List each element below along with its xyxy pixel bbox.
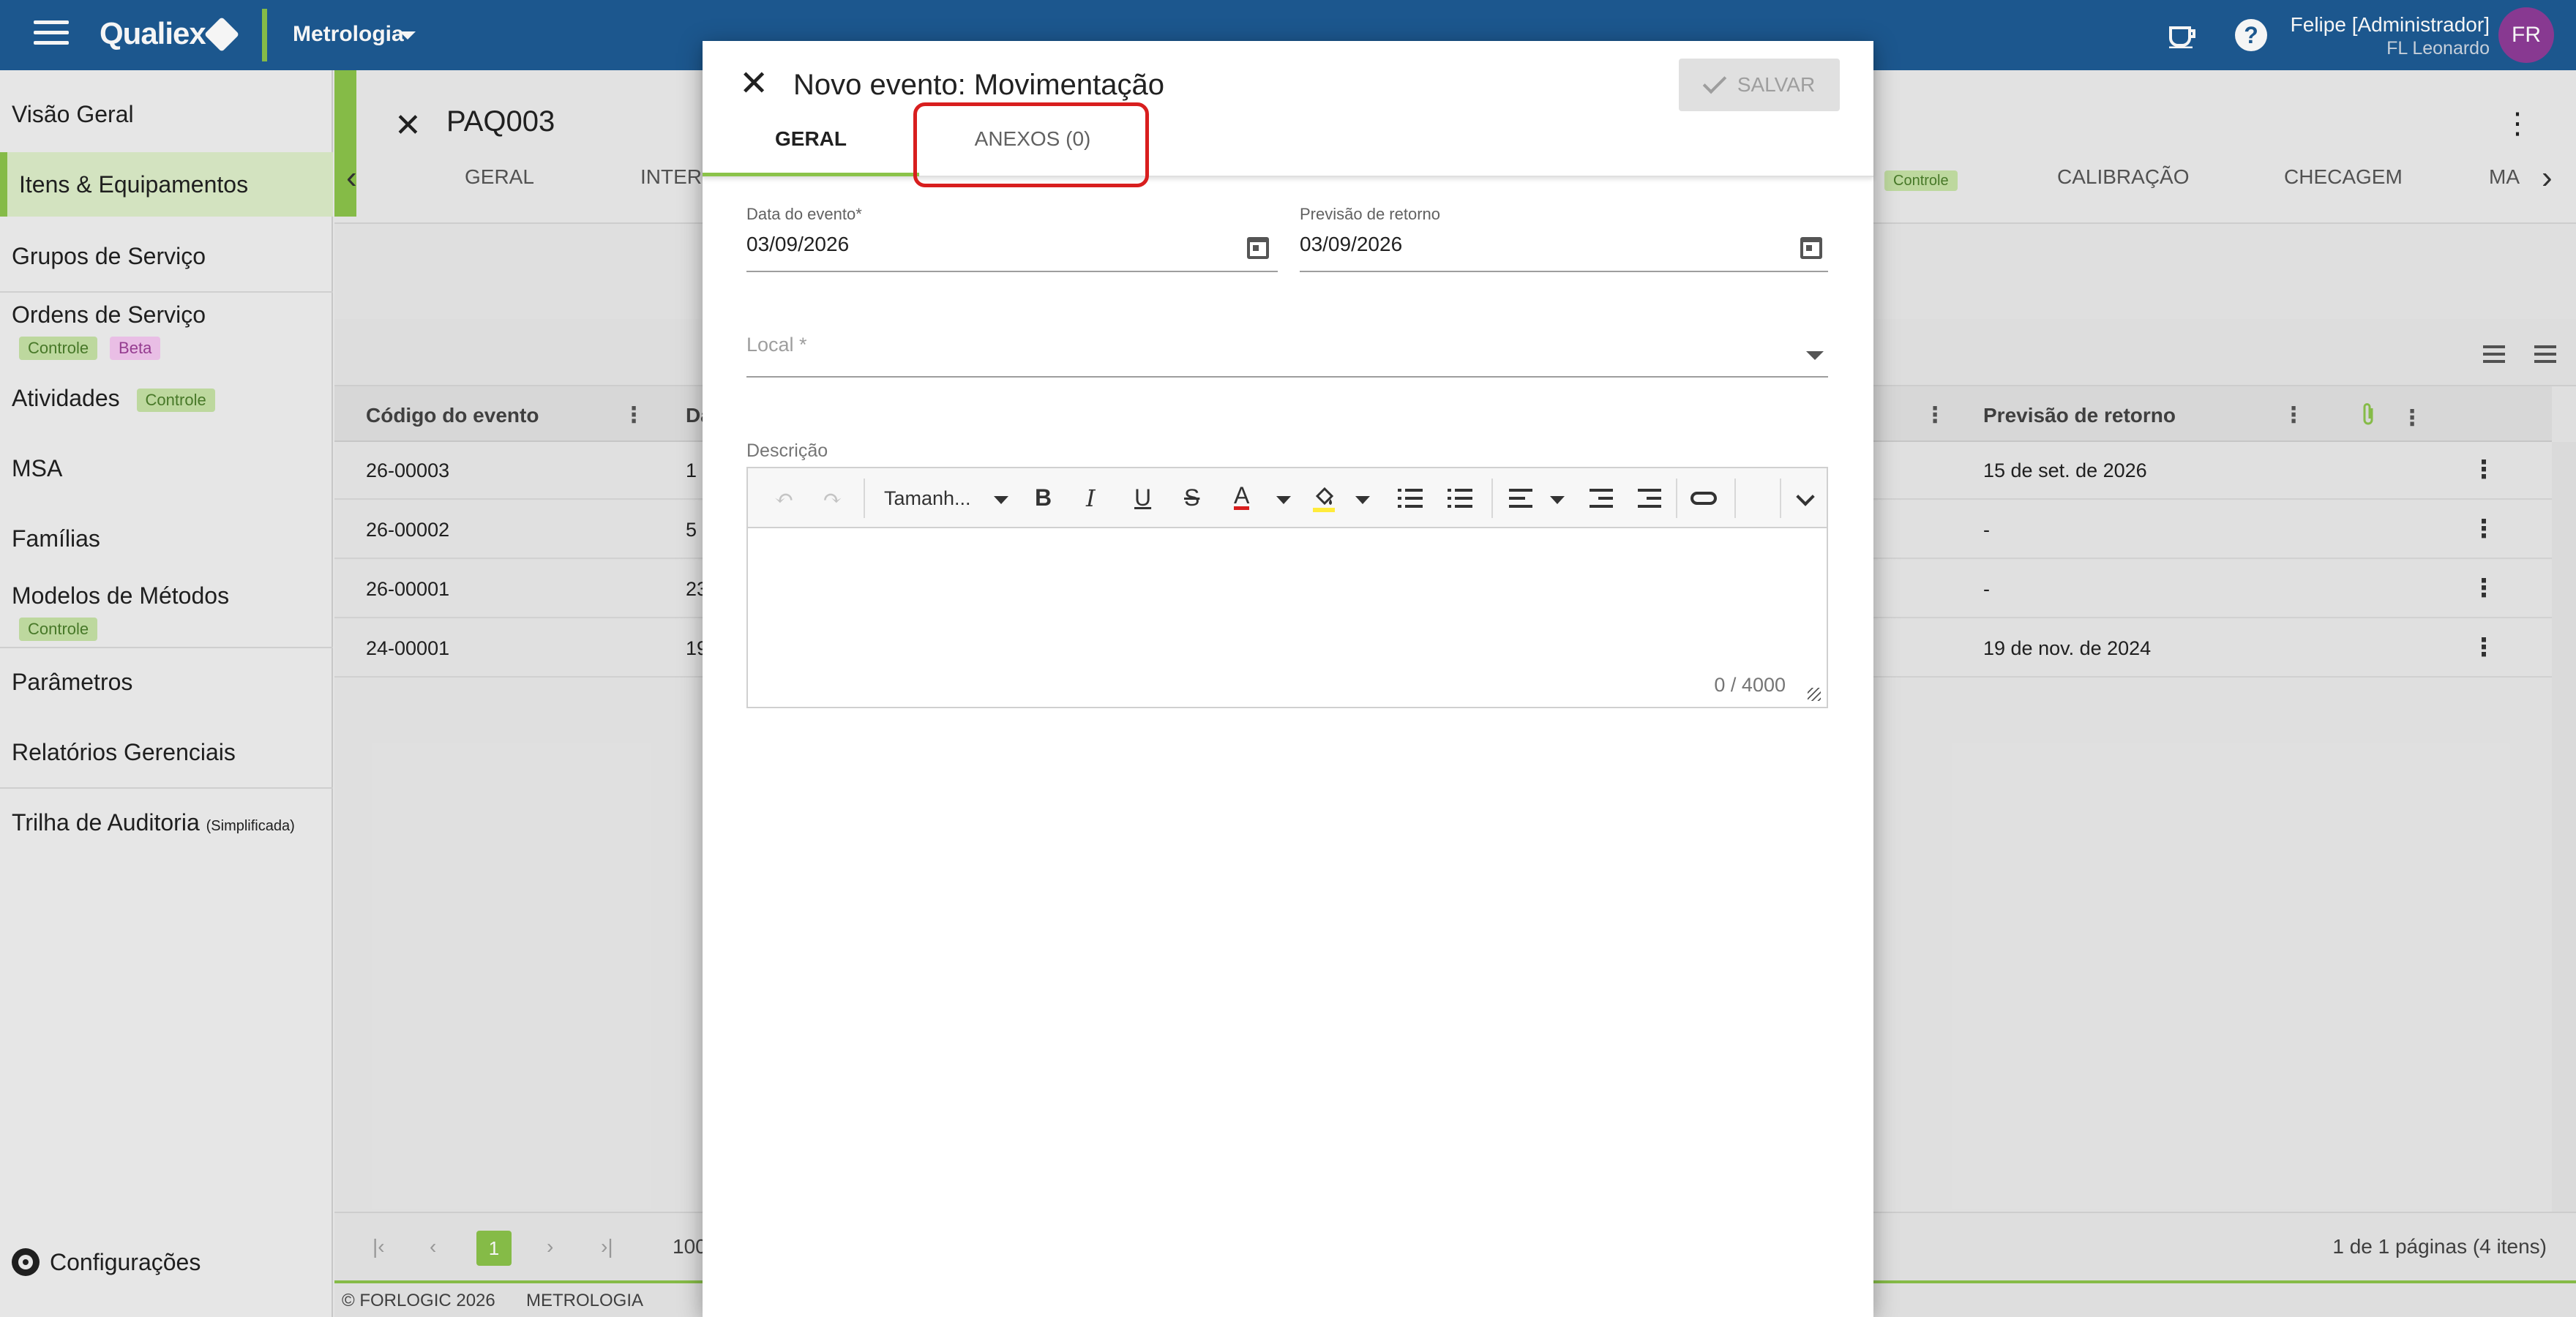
strikethrough-icon[interactable]: S	[1184, 484, 1199, 511]
location-underline	[746, 376, 1828, 378]
chevron-down-icon[interactable]	[1550, 496, 1565, 504]
chevron-down-icon[interactable]	[1276, 496, 1291, 504]
close-icon[interactable]: ✕	[739, 63, 768, 104]
save-button[interactable]: SALVAR	[1679, 59, 1840, 111]
highlight-color-icon[interactable]	[1311, 484, 1338, 514]
check-icon	[1702, 70, 1727, 94]
description-label: Descrição	[746, 440, 828, 461]
active-tab-indicator	[703, 173, 919, 176]
event-date-label: Data do evento*	[746, 205, 862, 223]
resize-handle-icon[interactable]	[1808, 688, 1821, 701]
description-editor: ↶ ↷ Tamanh... B I U S A 0 / 4000	[746, 467, 1828, 708]
link-icon[interactable]	[1690, 492, 1717, 505]
outdent-icon[interactable]	[1590, 489, 1613, 508]
chevron-down-icon[interactable]	[1355, 496, 1370, 504]
tab-general[interactable]: GERAL	[703, 127, 919, 151]
return-date-field[interactable]: 03/09/2026	[1300, 233, 1402, 256]
redo-icon[interactable]: ↷	[823, 484, 842, 512]
undo-icon[interactable]: ↶	[774, 484, 794, 512]
chevron-down-icon[interactable]	[994, 496, 1008, 504]
editor-toolbar: ↶ ↷ Tamanh... B I U S A	[748, 468, 1827, 528]
dialog-header: ✕ Novo evento: Movimentação SALVAR GERAL…	[703, 41, 1873, 187]
new-event-dialog: ✕ Novo evento: Movimentação SALVAR GERAL…	[703, 41, 1873, 1317]
return-date-label: Previsão de retorno	[1300, 205, 1440, 223]
calendar-icon[interactable]	[1800, 237, 1822, 259]
toolbar-divider	[1491, 479, 1493, 518]
toolbar-divider	[1676, 479, 1677, 518]
indent-icon[interactable]	[1638, 489, 1661, 508]
save-button-label: SALVAR	[1737, 73, 1816, 96]
italic-icon[interactable]: I	[1086, 484, 1096, 512]
align-left-icon[interactable]	[1509, 489, 1532, 508]
event-date-field[interactable]: 03/09/2026	[746, 233, 849, 256]
toolbar-divider	[1780, 479, 1781, 518]
toolbar-divider	[1734, 479, 1736, 518]
description-textarea[interactable]	[748, 528, 1827, 707]
bold-icon[interactable]: B	[1035, 484, 1052, 511]
dialog-title: Novo evento: Movimentação	[793, 69, 1164, 101]
event-date-underline	[746, 271, 1278, 272]
underline-icon[interactable]: U	[1134, 484, 1151, 511]
character-counter: 0 / 4000	[1714, 674, 1786, 696]
calendar-icon[interactable]	[1247, 237, 1269, 259]
bullet-list-icon[interactable]	[1398, 489, 1423, 508]
highlight-box	[913, 102, 1149, 187]
text-color-icon[interactable]: A	[1234, 484, 1250, 510]
return-date-underline	[1300, 271, 1828, 272]
chevron-down-icon[interactable]	[1806, 351, 1824, 360]
toolbar-divider	[864, 479, 865, 518]
numbered-list-icon[interactable]	[1448, 489, 1472, 508]
chevron-down-icon[interactable]	[1796, 487, 1815, 506]
font-size-select[interactable]: Tamanh...	[884, 487, 971, 510]
location-select[interactable]: Local *	[746, 334, 807, 356]
